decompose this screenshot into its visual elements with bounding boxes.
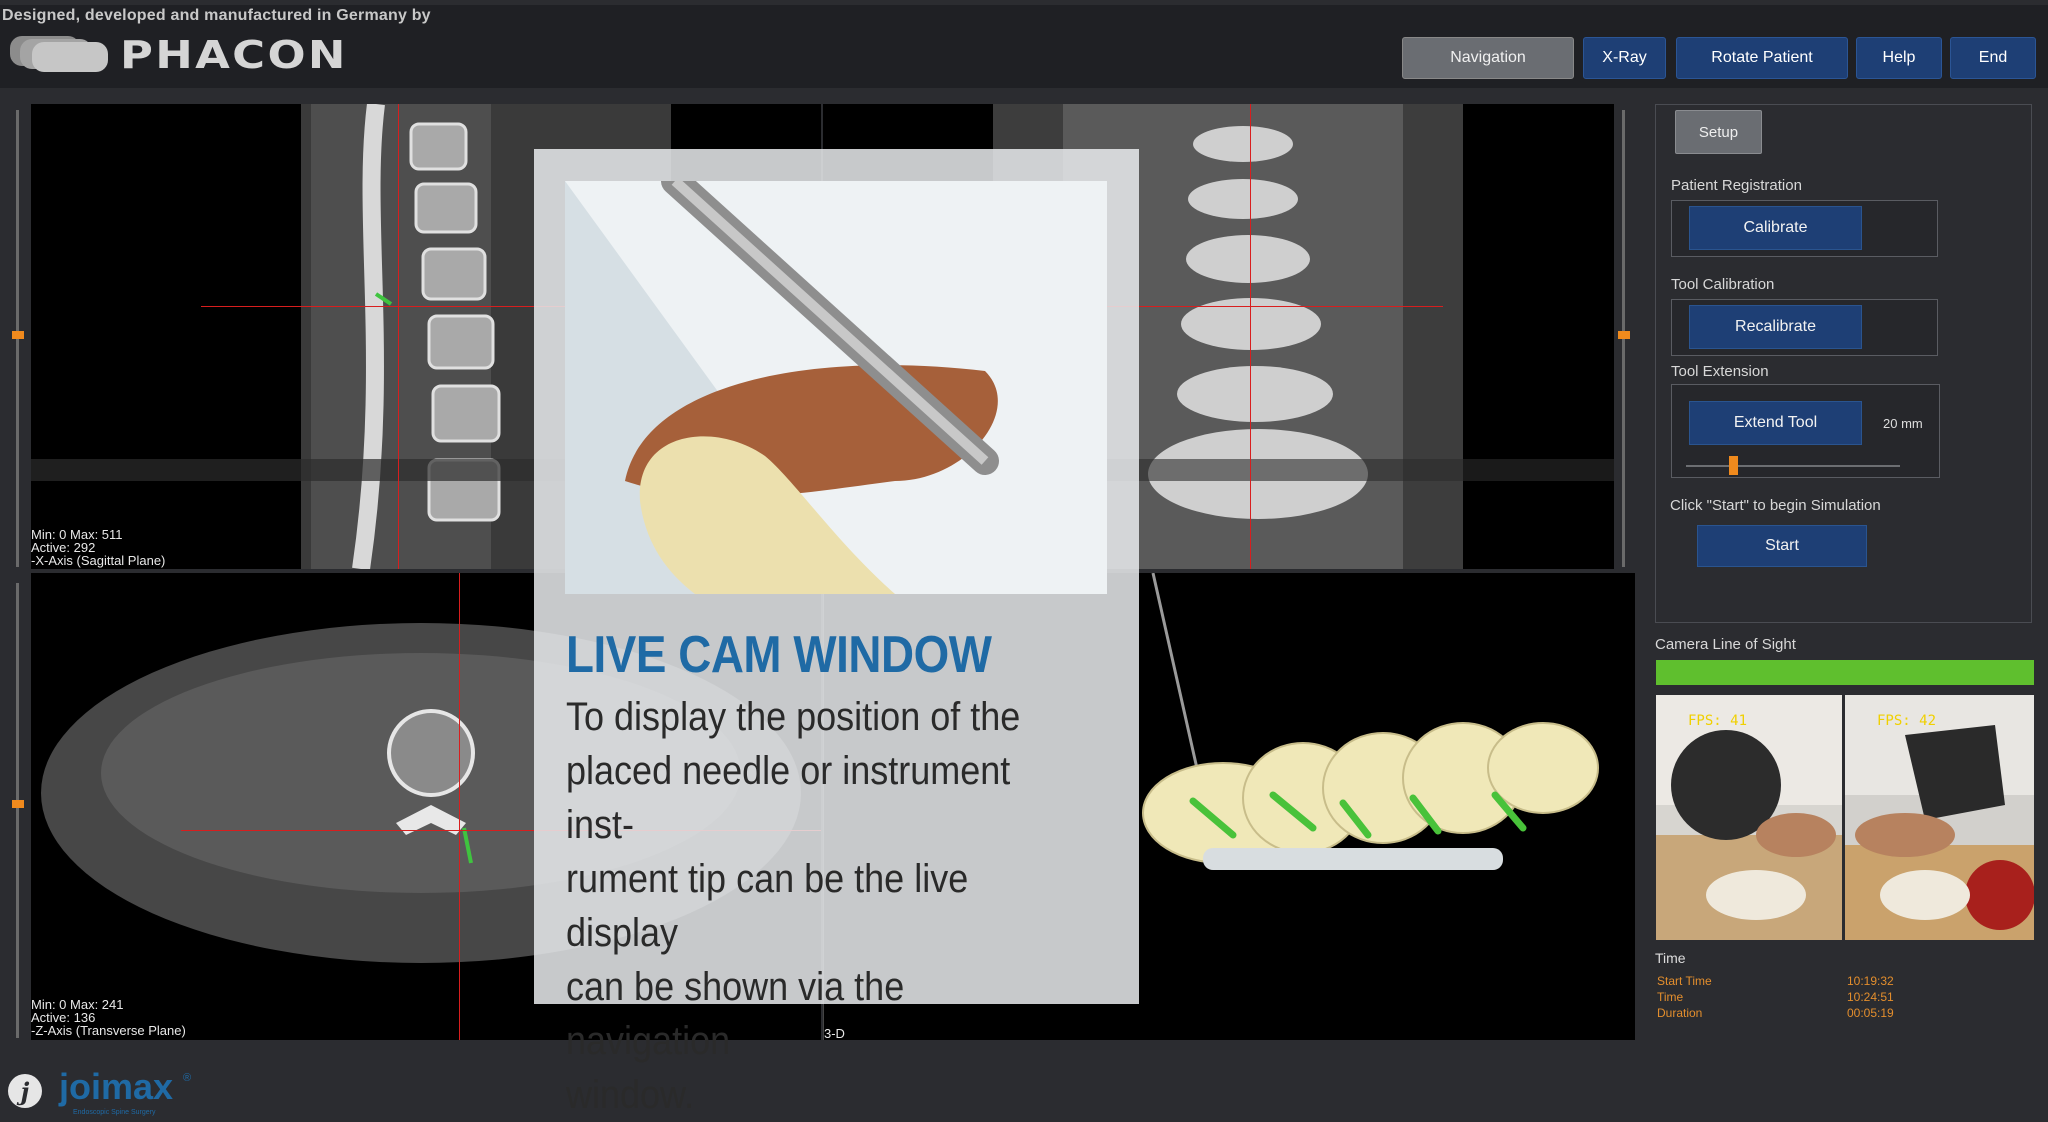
- description-line: rument tip can be the live display: [566, 857, 969, 955]
- time-label: Time: [1657, 990, 1684, 1004]
- description-line: can be shown via the navigation: [566, 965, 905, 1063]
- time-title: Time: [1655, 950, 1686, 966]
- camera-line-of-sight-bar: [1656, 660, 2034, 685]
- time-row: Duration 00:05:19: [1657, 1006, 1894, 1022]
- start-time-label: Start Time: [1657, 974, 1712, 988]
- tool-extension-label: Tool Extension: [1671, 363, 1769, 380]
- time-row: Start Time 10:19:32: [1657, 974, 1894, 990]
- transverse-info: Min: 0 Max: 241 Active: 136 -Z-Axis (Tra…: [31, 998, 186, 1037]
- tagline: Designed, developed and manufactured in …: [2, 7, 431, 24]
- live-cam-image: [565, 181, 1107, 594]
- endoscope-scene: [565, 181, 1107, 594]
- joimax-brand: joimax: [59, 1066, 174, 1107]
- camera-scene-left: [1656, 695, 1842, 940]
- registered-mark: ®: [183, 1072, 192, 1084]
- live-cam-description: To display the position of the placed ne…: [566, 690, 1070, 1122]
- description-line: placed needle or instrument inst-: [566, 749, 1011, 847]
- camera-feed-right: FPS: 42: [1845, 695, 2034, 940]
- start-hint: Click "Start" to begin Simulation: [1670, 497, 1881, 514]
- sagittal-info: Min: 0 Max: 511 Active: 292 -X-Axis (Sag…: [31, 528, 165, 567]
- tool-calibration-label: Tool Calibration: [1671, 276, 1775, 293]
- tab-navigation[interactable]: Navigation: [1402, 37, 1574, 79]
- fps-right: FPS: 42: [1877, 713, 1937, 729]
- tab-rotate-patient[interactable]: Rotate Patient: [1676, 37, 1848, 79]
- setup-button[interactable]: Setup: [1675, 110, 1762, 154]
- joimax-logo-icon: j: [8, 1074, 42, 1108]
- time-row: Time 10:24:51: [1657, 990, 1894, 1006]
- joimax-tagline: Endoscopic Spine Surgery: [73, 1109, 156, 1116]
- start-button[interactable]: Start: [1697, 525, 1867, 567]
- end-button[interactable]: End: [1950, 37, 2036, 79]
- camera-scene-right: [1845, 695, 2034, 940]
- recalibrate-button[interactable]: Recalibrate: [1689, 305, 1862, 349]
- phacon-logo-icon: [10, 36, 108, 72]
- coronal-slice-handle[interactable]: [1618, 331, 1630, 339]
- extension-slider-track[interactable]: [1686, 465, 1900, 467]
- extend-tool-button[interactable]: Extend Tool: [1689, 401, 1862, 445]
- crosshair-vertical: [398, 104, 399, 569]
- transverse-slice-handle[interactable]: [12, 800, 24, 808]
- transverse-axis-label: -Z-Axis (Transverse Plane): [31, 1023, 186, 1038]
- patient-registration-label: Patient Registration: [1671, 177, 1802, 194]
- start-time-value: 10:19:32: [1847, 974, 1894, 988]
- sagittal-axis-label: -X-Axis (Sagittal Plane): [31, 553, 166, 568]
- duration-label: Duration: [1657, 1006, 1703, 1020]
- crosshair-vertical: [1250, 104, 1251, 569]
- sagittal-slice-handle[interactable]: [12, 331, 24, 339]
- help-button[interactable]: Help: [1856, 37, 1942, 79]
- camera-feed-left: FPS: 41: [1656, 695, 1842, 940]
- time-value: 10:24:51: [1847, 990, 1894, 1004]
- duration-value: 00:05:19: [1847, 1006, 1894, 1020]
- camera-line-of-sight-label: Camera Line of Sight: [1655, 636, 1796, 653]
- time-table: Start Time 10:19:32 Time 10:24:51 Durati…: [1657, 974, 1894, 1022]
- transverse-slice-track[interactable]: [16, 583, 19, 1038]
- extension-value: 20 mm: [1883, 416, 1923, 431]
- calibrate-button[interactable]: Calibrate: [1689, 206, 1862, 250]
- crosshair-vertical: [459, 573, 460, 1040]
- description-line: window.: [566, 1073, 695, 1117]
- description-line: To display the position of the: [566, 695, 1021, 739]
- fps-left: FPS: 41: [1688, 713, 1748, 729]
- live-cam-title: LIVE CAM WINDOW: [566, 626, 992, 684]
- extension-slider-handle[interactable]: [1729, 456, 1739, 475]
- brand-logo-text: PHACON: [120, 33, 348, 77]
- tab-xray[interactable]: X-Ray: [1583, 37, 1666, 79]
